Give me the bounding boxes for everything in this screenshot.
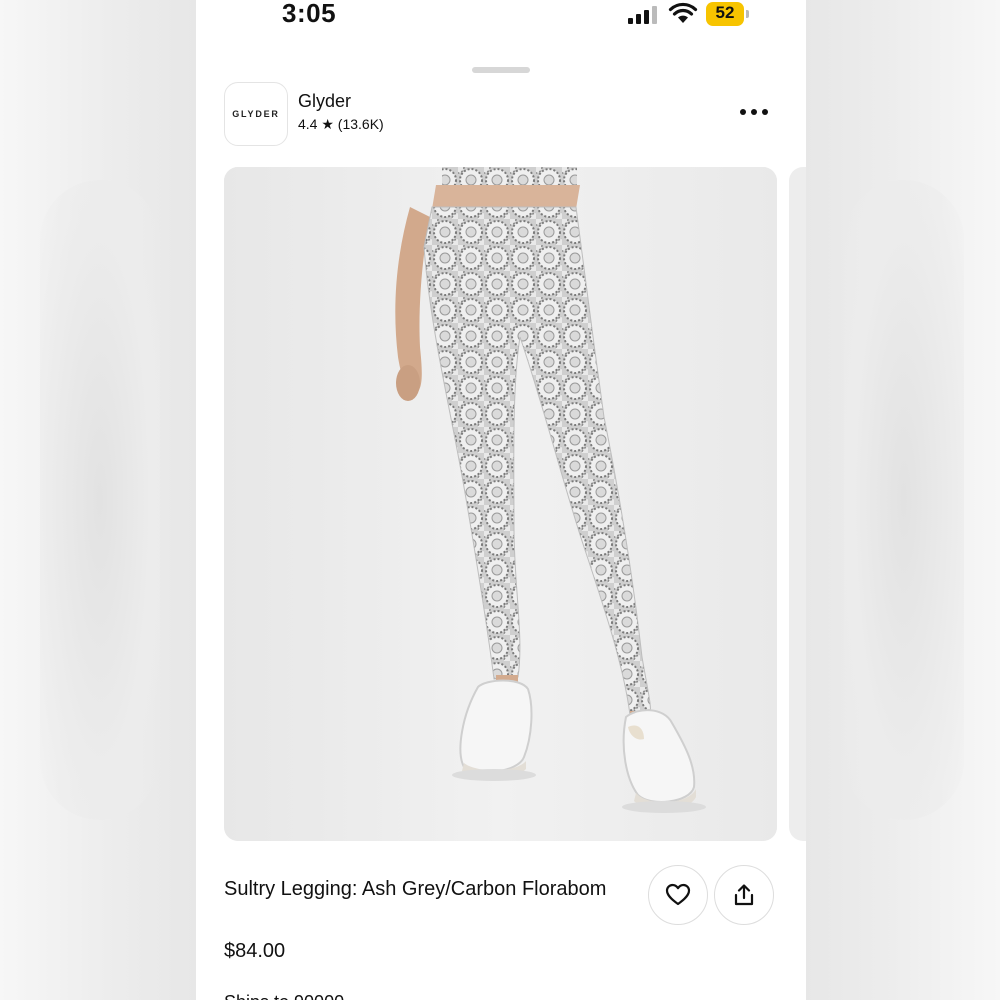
battery-level: 52 bbox=[715, 3, 735, 22]
product-title: Sultry Legging: Ash Grey/Carbon Florabom bbox=[224, 878, 607, 900]
shop-rating: 4.4 ★ (13.6K) bbox=[298, 116, 384, 132]
shop-logo[interactable]: GLYDER bbox=[224, 82, 288, 146]
leggings-photo bbox=[224, 167, 777, 841]
shop-logo-text: GLYDER bbox=[232, 109, 280, 119]
ellipsis-icon bbox=[740, 109, 746, 115]
favorite-button[interactable] bbox=[648, 865, 708, 925]
more-options-button[interactable] bbox=[736, 100, 772, 124]
heart-icon bbox=[665, 883, 691, 906]
blurred-background-right bbox=[804, 0, 1000, 1000]
blurred-background-left bbox=[0, 0, 196, 1000]
status-bar: 3:05 52 bbox=[196, 0, 806, 40]
product-price: $84.00 bbox=[224, 940, 286, 962]
product-image[interactable] bbox=[224, 167, 777, 841]
wifi-icon bbox=[668, 2, 698, 23]
battery-indicator: 52 bbox=[706, 2, 750, 26]
share-icon bbox=[734, 884, 754, 906]
next-image-peek[interactable] bbox=[789, 167, 806, 841]
share-button[interactable] bbox=[714, 865, 774, 925]
status-time: 3:05 bbox=[282, 0, 337, 28]
shop-name[interactable]: Glyder bbox=[298, 91, 351, 112]
shop-header: GLYDER Glyder 4.4 ★ (13.6K) bbox=[224, 82, 784, 146]
shipping-info-text: Ships to 90000 bbox=[224, 992, 344, 1000]
cellular-signal-icon bbox=[628, 6, 657, 24]
sheet-grabber-handle[interactable] bbox=[472, 67, 530, 73]
product-sheet: 3:05 52 GLYDER Glyder 4.4 ★ (13.6K) Sult… bbox=[196, 0, 806, 1000]
